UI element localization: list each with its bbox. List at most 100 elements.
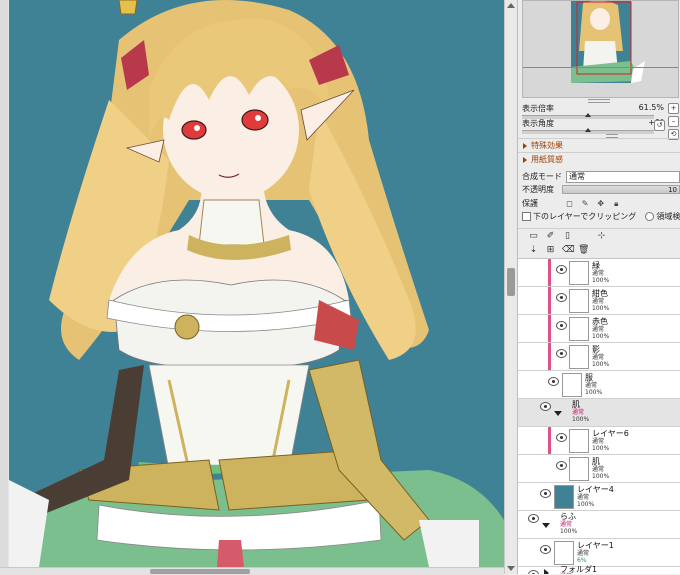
clear-layer-icon[interactable]: ⌫	[562, 245, 575, 256]
protect-lock-icon[interactable]: 🔒︎	[612, 199, 621, 208]
layer-name: 紺色	[592, 289, 608, 298]
new-folder-icon[interactable]: ▯	[562, 231, 573, 242]
zoom-plus-button[interactable]: +	[668, 103, 679, 114]
red-boot	[217, 540, 244, 567]
area-detect-radio[interactable]	[645, 212, 655, 221]
vertical-scroll-thumb[interactable]	[507, 268, 515, 296]
folder-item[interactable]: フォルダ1 通常	[518, 565, 680, 574]
clipping-indicator	[548, 315, 551, 342]
eye-left	[181, 120, 207, 140]
layer-toolbar: ▭ ✐ ▯ ⊹ ⇣ ⊞ ⌫ 🗑︎	[518, 228, 680, 259]
zoom-minus-button[interactable]: –	[668, 116, 679, 127]
merge-down-icon[interactable]: ⊞	[545, 245, 556, 256]
layer-name: レイヤー1	[577, 541, 614, 550]
layer-thumbnail	[569, 429, 589, 453]
section-special-effects[interactable]: 特殊効果	[518, 138, 680, 152]
layer-item[interactable]: 赤色 通常 100%	[518, 315, 680, 343]
delete-layer-icon[interactable]: 🗑︎	[578, 245, 589, 256]
blend-mode-select[interactable]: 通常	[566, 171, 680, 183]
right-panel: 表示倍率 61.5% + – 表示角度 +0° ↺ ⟲ 特殊効果 用紙質感 合成…	[517, 0, 680, 574]
paper-texture-label: 用紙質感	[531, 155, 563, 164]
layer-item[interactable]: 紺色 通常 100%	[518, 287, 680, 315]
layer-name: 赤色	[592, 317, 608, 326]
layer-item[interactable]: レイヤー4 通常 100%	[518, 483, 680, 511]
protect-paint-icon[interactable]: ✎	[581, 199, 590, 208]
folder-item[interactable]: 肌 通常 100%	[518, 399, 680, 427]
transfer-down-icon[interactable]: ⇣	[528, 245, 539, 256]
new-layer-icon[interactable]: ▭	[528, 231, 539, 242]
visibility-eye-icon[interactable]	[528, 570, 539, 574]
expand-icon	[523, 156, 527, 163]
layer-mode: 通常	[592, 438, 605, 445]
visibility-eye-icon[interactable]	[556, 349, 567, 358]
folder-collapsed-icon[interactable]	[544, 569, 549, 574]
navigator-splitter[interactable]	[518, 98, 680, 103]
layer-item[interactable]: レイヤー6 通常 100%	[518, 427, 680, 455]
zoom-label: 表示倍率	[522, 104, 554, 113]
layer-thumbnail	[569, 261, 589, 285]
opacity-label: 不透明度	[522, 185, 554, 194]
visibility-eye-icon[interactable]	[556, 461, 567, 470]
crown	[118, 0, 138, 15]
layer-name: 服	[585, 373, 593, 382]
opacity-slider[interactable]: 10	[562, 185, 680, 194]
visibility-eye-icon[interactable]	[540, 545, 551, 554]
layer-name: らふ	[560, 512, 576, 521]
zoom-value: 61.5%	[638, 103, 664, 112]
layer-mode: 通常	[560, 521, 573, 528]
layer-mode: 通常	[592, 354, 605, 361]
section-paper-texture[interactable]: 用紙質感	[518, 152, 680, 166]
layer-mode: 通常	[577, 494, 590, 501]
protect-transparency-icon[interactable]: ◻	[565, 199, 574, 208]
folder-item[interactable]: らふ 通常 100%	[518, 511, 680, 539]
visibility-eye-icon[interactable]	[540, 402, 551, 411]
angle-slider-handle[interactable]	[585, 128, 591, 132]
visibility-eye-icon[interactable]	[556, 433, 567, 442]
layer-thumbnail	[562, 373, 582, 397]
angle-ccw-button[interactable]: ↺	[654, 120, 665, 131]
scroll-down-icon[interactable]	[507, 566, 515, 571]
folder-expanded-icon[interactable]	[554, 411, 562, 416]
clipping-label: 下のレイヤーでクリッピング	[533, 212, 637, 221]
layer-item[interactable]: 影 通常 100%	[518, 343, 680, 371]
layer-name: 緑	[592, 261, 600, 270]
layer-opacity: 100%	[577, 501, 595, 508]
navigator-preview[interactable]	[522, 0, 679, 98]
blend-mode-row: 合成モード 通常	[522, 171, 680, 183]
right-hand-white	[419, 520, 479, 567]
new-vector-layer-icon[interactable]: ✐	[545, 231, 556, 242]
visibility-eye-icon[interactable]	[548, 377, 559, 386]
visibility-eye-icon[interactable]	[556, 293, 567, 302]
artwork-canvas[interactable]	[9, 0, 504, 567]
canvas-area[interactable]	[0, 0, 512, 567]
visibility-eye-icon[interactable]	[540, 489, 551, 498]
layer-item[interactable]: 服 通常 100%	[518, 371, 680, 399]
visibility-eye-icon[interactable]	[556, 265, 567, 274]
layer-name: 肌	[572, 400, 580, 409]
layer-settings-icon[interactable]: ⊹	[596, 231, 607, 242]
chest-brooch	[174, 314, 200, 340]
layer-opacity: 100%	[592, 361, 610, 368]
clipping-indicator	[548, 427, 551, 454]
clipping-checkbox[interactable]	[522, 212, 531, 221]
zoom-slider-handle[interactable]	[585, 113, 591, 117]
blend-mode-label: 合成モード	[522, 172, 562, 181]
layer-item[interactable]: 緑 通常 100%	[518, 259, 680, 287]
layer-opacity: 100%	[592, 277, 610, 284]
layer-thumbnail	[554, 485, 574, 509]
folder-expanded-icon[interactable]	[542, 523, 550, 528]
layer-list[interactable]: 緑 通常 100% 紺色 通常 100% 赤色 通常 100% 影 通常 100…	[518, 258, 680, 574]
layer-item[interactable]: 肌 通常 100%	[518, 455, 680, 483]
visibility-eye-icon[interactable]	[528, 514, 539, 523]
layer-item[interactable]: レイヤー1 通常 6%	[518, 539, 680, 567]
canvas-vertical-scrollbar[interactable]	[504, 0, 517, 574]
clipping-indicator	[548, 287, 551, 314]
area-detect-label: 領域検出元に指	[656, 212, 680, 221]
protect-move-icon[interactable]: ✥	[596, 199, 605, 208]
layer-thumbnail	[569, 457, 589, 481]
visibility-eye-icon[interactable]	[556, 321, 567, 330]
horizontal-scroll-thumb[interactable]	[150, 569, 250, 574]
layer-thumbnail	[569, 317, 589, 341]
layer-opacity: 100%	[572, 416, 590, 423]
scroll-up-icon[interactable]	[507, 3, 515, 8]
